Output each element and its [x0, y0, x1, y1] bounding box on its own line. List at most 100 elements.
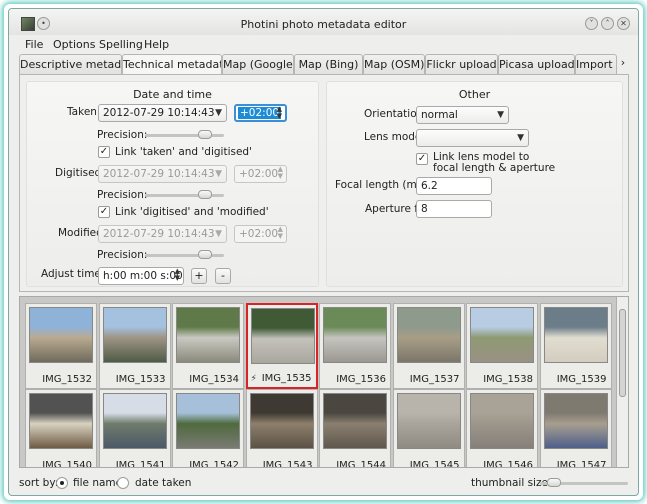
thumbnail-image	[29, 307, 93, 363]
digitised-precision-label: Precision:	[97, 189, 148, 201]
adjust-times-spinbox[interactable]: h:00 m:00 s:00 ▲ ▼	[98, 267, 184, 285]
link-lens-checkbox[interactable]: ✓	[416, 153, 428, 165]
scrollbar-handle[interactable]	[619, 309, 626, 397]
digitised-datetime-value: 2012-07-29 10:14:43	[103, 168, 215, 180]
thumbnail-item[interactable]: ⚡ IMG_1535	[245, 303, 318, 389]
digitised-precision-slider[interactable]	[145, 194, 224, 197]
focal-length-field[interactable]: 6.2	[416, 177, 492, 195]
thumbnail-caption: IMG_1545	[409, 460, 460, 468]
thumbnail-size-handle[interactable]	[547, 478, 562, 487]
other-title: Other	[458, 88, 491, 101]
thumbnail-image	[323, 393, 387, 449]
thumbnail-image	[470, 393, 534, 449]
menu-file[interactable]: File	[25, 38, 43, 51]
modified-precision-label: Precision:	[97, 249, 148, 261]
thumbnail-item[interactable]: IMG_1533	[98, 303, 171, 389]
thumbnail-item[interactable]: IMG_1532	[25, 303, 97, 389]
window-title: Photini photo metadata editor	[240, 18, 407, 31]
thumbnail-item[interactable]: IMG_1542	[172, 389, 244, 468]
thumbnail-image	[543, 393, 608, 449]
spin-arrows-icon[interactable]: ▲ ▼	[278, 226, 283, 240]
tab-map-bing[interactable]: Map (Bing)	[294, 54, 363, 74]
thumbnail-item[interactable]: IMG_1546	[466, 389, 538, 468]
chevron-down-icon: ▼	[215, 229, 222, 239]
aperture-field[interactable]: 8	[416, 200, 492, 218]
thumbnail-item[interactable]: IMG_1547	[539, 389, 612, 468]
close-icon[interactable]: ✕	[617, 17, 630, 30]
thumbnail-caption: IMG_1533	[115, 374, 166, 385]
thumbnail-caption: IMG_1538	[483, 374, 533, 385]
tab-map-google[interactable]: Map (Google)	[222, 54, 294, 74]
digitised-datetime-field[interactable]: 2012-07-29 10:14:43 ▼	[98, 165, 227, 183]
link-digitised-checkbox[interactable]: ✓	[98, 206, 110, 218]
thumbnail-caption: IMG_1539	[556, 374, 607, 385]
thumbnail-item[interactable]: IMG_1544	[319, 389, 391, 467]
thumbnail-caption: IMG_1543	[262, 460, 313, 468]
thumbnail-image	[543, 307, 608, 363]
lens-model-select[interactable]: ▼	[416, 129, 529, 147]
tab-scroll-right-icon[interactable]: ›	[617, 56, 629, 69]
thumbnail-image	[249, 393, 314, 449]
tab-picasa-upload[interactable]: Picasa upload	[498, 54, 575, 74]
tab-map-osm[interactable]: Map (OSM)	[363, 54, 425, 74]
date-time-group: Date and time Taken 2012-07-29 10:14:43 …	[26, 81, 319, 287]
modified-timezone-spinbox[interactable]: +02:00 ▲ ▼	[234, 225, 287, 243]
spin-arrows-icon[interactable]: ▲ ▼	[277, 106, 282, 120]
taken-timezone-value: +02:00	[238, 107, 282, 119]
adjust-minus-button[interactable]: -	[215, 268, 231, 284]
thumbnail-item[interactable]: IMG_1539	[539, 303, 612, 389]
minimize-icon[interactable]: ˅	[585, 17, 598, 30]
modified-timezone-value: +02:00	[239, 228, 279, 240]
taken-datetime-field[interactable]: 2012-07-29 10:14:43 ▼	[98, 104, 227, 122]
taken-precision-label: Precision:	[97, 129, 148, 141]
technical-metadata-panel: Date and time Taken 2012-07-29 10:14:43 …	[19, 74, 629, 292]
digitised-timezone-spinbox[interactable]: +02:00 ▲ ▼	[234, 165, 287, 183]
tab-import-photos[interactable]: Import ph	[575, 54, 617, 74]
spin-arrows-icon[interactable]: ▲ ▼	[175, 268, 180, 282]
thumbnail-image	[176, 393, 240, 449]
digitised-precision-handle[interactable]	[198, 190, 213, 199]
orientation-select[interactable]: normal ▼	[416, 106, 509, 124]
thumbnail-caption: IMG_1546	[483, 460, 533, 468]
other-group: Other Orientation normal ▼ Lens model ▼ …	[326, 81, 623, 287]
sort-filename-radio[interactable]	[56, 477, 68, 489]
thumbnail-item[interactable]: IMG_1536	[319, 303, 391, 389]
sort-date-radio[interactable]	[117, 477, 129, 489]
tab-technical-metadata[interactable]: Technical metadata	[122, 54, 222, 75]
taken-timezone-spinbox[interactable]: +02:00 ▲ ▼	[234, 104, 287, 122]
link-taken-checkbox[interactable]: ✓	[98, 146, 110, 158]
aperture-label: Aperture f/	[365, 203, 422, 215]
modified-datetime-field[interactable]: 2012-07-29 10:14:43 ▼	[98, 225, 227, 243]
thumbnail-caption: IMG_1547	[556, 460, 607, 468]
link-digitised-label: Link 'digitised' and 'modified'	[115, 206, 269, 218]
thumbnail-caption: IMG_1540	[42, 460, 92, 468]
taken-precision-slider[interactable]	[145, 134, 224, 137]
thumbnail-image	[29, 393, 93, 449]
taken-precision-handle[interactable]	[198, 130, 213, 139]
thumbnail-item[interactable]: IMG_1541	[98, 389, 171, 468]
chevron-down-icon: ▼	[215, 108, 222, 118]
spin-arrows-icon[interactable]: ▲ ▼	[278, 166, 283, 180]
adjust-plus-button[interactable]: +	[191, 268, 207, 284]
modified-precision-handle[interactable]	[198, 250, 213, 259]
adjust-times-label: Adjust times	[41, 268, 107, 280]
thumbnail-item[interactable]: IMG_1538	[466, 303, 538, 389]
thumbnail-scrollbar[interactable]	[616, 297, 628, 467]
thumbnail-caption: IMG_1541	[115, 460, 166, 468]
menu-spelling[interactable]: Spelling	[99, 38, 143, 51]
thumbnail-item[interactable]: IMG_1540	[25, 389, 97, 468]
maximize-icon[interactable]: ˄	[601, 17, 614, 30]
tab-descriptive-metadata[interactable]: Descriptive metadata	[19, 54, 122, 74]
link-taken-label: Link 'taken' and 'digitised'	[115, 146, 252, 158]
modified-precision-slider[interactable]	[145, 254, 224, 257]
thumbnail-item[interactable]: IMG_1545	[392, 389, 465, 468]
tab-flickr-upload[interactable]: Flickr upload	[425, 54, 498, 74]
menu-help[interactable]: Help	[144, 38, 169, 51]
thumbnail-caption: IMG_1542	[189, 460, 239, 468]
thumbnail-item[interactable]: IMG_1543	[245, 389, 318, 468]
thumbnail-item[interactable]: IMG_1534	[172, 303, 244, 389]
thumbnail-item[interactable]: IMG_1537	[392, 303, 465, 389]
menu-options[interactable]: Options	[53, 38, 95, 51]
thumbnail-image	[250, 308, 315, 364]
sort-filename-label: file name	[73, 477, 123, 489]
